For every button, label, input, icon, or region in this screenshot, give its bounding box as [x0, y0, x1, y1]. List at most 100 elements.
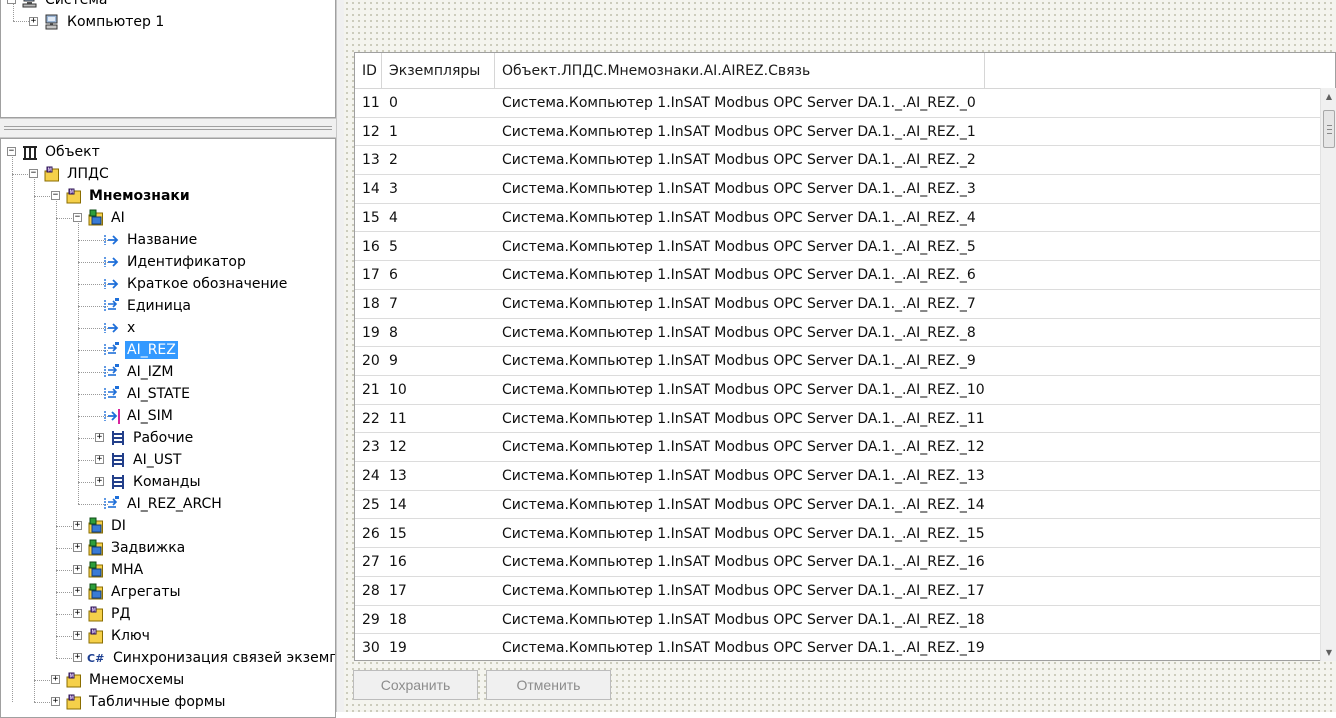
table-row[interactable]: 17 6 Система.Компьютер 1.InSAT Modbus OPC … — [355, 261, 1321, 290]
expand-toggle[interactable]: + — [73, 565, 82, 574]
cell-link[interactable]: Система.Компьютер 1.InSAT Modbus OPC Ser… — [495, 376, 985, 404]
table-row[interactable]: 22 11 Система.Компьютер 1.InSAT Modbus OPC… — [355, 405, 1321, 434]
cell-link[interactable]: Система.Компьютер 1.InSAT Modbus OPC Ser… — [495, 548, 985, 576]
table-row[interactable]: 20 9 Система.Компьютер 1.InSAT Modbus OPC … — [355, 347, 1321, 376]
table-row[interactable]: 29 18 Система.Компьютер 1.InSAT Modbus OPC… — [355, 606, 1321, 635]
cell-link[interactable]: Система.Компьютер 1.InSAT Modbus OPC Ser… — [495, 204, 985, 232]
splitter-grip[interactable] — [4, 126, 332, 130]
expand-toggle[interactable]: + — [73, 587, 82, 596]
expand-toggle[interactable]: + — [95, 433, 104, 442]
expand-toggle[interactable]: + — [73, 543, 82, 552]
cell-instance[interactable]: 11 — [382, 405, 495, 433]
grid-vertical-scrollbar[interactable]: ▲ ▼ — [1320, 88, 1336, 661]
cell-id[interactable]: 27 — [355, 548, 382, 576]
cell-instance[interactable]: 1 — [382, 118, 495, 146]
cell-link[interactable]: Система.Компьютер 1.InSAT Modbus OPC Ser… — [495, 233, 985, 261]
cell-instance[interactable]: 5 — [382, 233, 495, 261]
scroll-up-arrow-icon[interactable]: ▲ — [1321, 88, 1336, 105]
cell-id[interactable]: 20 — [355, 347, 382, 375]
table-row[interactable]: 27 16 Система.Компьютер 1.InSAT Modbus OPC… — [355, 548, 1321, 577]
column-header-link[interactable]: Объект.ЛПДС.Мнемознаки.AI.AIREZ.Связь — [495, 53, 985, 89]
column-header-id[interactable]: ID — [355, 53, 382, 89]
collapse-toggle[interactable]: − — [7, 147, 16, 156]
table-row[interactable]: 13 2 Система.Компьютер 1.InSAT Modbus OPC … — [355, 146, 1321, 176]
cell-instance[interactable]: 18 — [382, 606, 495, 634]
scroll-down-arrow-icon[interactable]: ▼ — [1321, 644, 1336, 661]
cell-id[interactable]: 26 — [355, 520, 382, 548]
expand-toggle[interactable]: + — [95, 455, 104, 464]
table-row[interactable]: 16 5 Система.Компьютер 1.InSAT Modbus OPC … — [355, 233, 1321, 262]
cell-id[interactable]: 16 — [355, 233, 382, 261]
table-row[interactable]: 23 12 Система.Компьютер 1.InSAT Modbus OPC… — [355, 433, 1321, 463]
cell-instance[interactable]: 15 — [382, 520, 495, 548]
horizontal-splitter[interactable] — [0, 118, 336, 138]
expand-toggle[interactable]: + — [95, 477, 104, 486]
cell-link[interactable]: Система.Компьютер 1.InSAT Modbus OPC Ser… — [495, 89, 985, 117]
cell-link[interactable]: Система.Компьютер 1.InSAT Modbus OPC Ser… — [495, 290, 985, 318]
column-header-instances[interactable]: Экземпляры — [382, 53, 495, 89]
cell-link[interactable]: Система.Компьютер 1.InSAT Modbus OPC Ser… — [495, 347, 985, 375]
cell-instance[interactable]: 6 — [382, 261, 495, 289]
cell-instance[interactable]: 0 — [382, 89, 495, 117]
cell-link[interactable]: Система.Компьютер 1.InSAT Modbus OPC Ser… — [495, 118, 985, 146]
table-row[interactable]: 26 15 Система.Компьютер 1.InSAT Modbus OPC… — [355, 520, 1321, 549]
expand-toggle[interactable]: + — [51, 675, 60, 684]
cell-id[interactable]: 30 — [355, 634, 382, 660]
cell-instance[interactable]: 2 — [382, 146, 495, 174]
scroll-thumb[interactable] — [1323, 110, 1335, 148]
collapse-toggle[interactable]: − — [51, 191, 60, 200]
cell-instance[interactable]: 7 — [382, 290, 495, 318]
cell-instance[interactable]: 3 — [382, 175, 495, 203]
expand-toggle[interactable]: + — [73, 521, 82, 530]
expand-toggle[interactable]: + — [73, 653, 82, 662]
cell-instance[interactable]: 17 — [382, 577, 495, 605]
cell-link[interactable]: Система.Компьютер 1.InSAT Modbus OPC Ser… — [495, 577, 985, 605]
cell-id[interactable]: 28 — [355, 577, 382, 605]
cell-link[interactable]: Система.Компьютер 1.InSAT Modbus OPC Ser… — [495, 491, 985, 519]
cell-id[interactable]: 22 — [355, 405, 382, 433]
expand-toggle[interactable]: + — [51, 697, 60, 706]
table-row[interactable]: 12 1 Система.Компьютер 1.InSAT Modbus OPC … — [355, 118, 1321, 147]
cell-instance[interactable]: 19 — [382, 634, 495, 660]
cell-instance[interactable]: 12 — [382, 433, 495, 461]
cell-id[interactable]: 11 — [355, 89, 382, 117]
cell-instance[interactable]: 4 — [382, 204, 495, 232]
cell-link[interactable]: Система.Компьютер 1.InSAT Modbus OPC Ser… — [495, 146, 985, 174]
collapse-toggle[interactable]: − — [7, 0, 16, 4]
cell-id[interactable]: 15 — [355, 204, 382, 232]
cell-id[interactable]: 23 — [355, 433, 382, 461]
cell-id[interactable]: 29 — [355, 606, 382, 634]
table-row[interactable]: 19 8 Система.Компьютер 1.InSAT Modbus OPC … — [355, 319, 1321, 348]
table-row[interactable]: 21 10 Система.Компьютер 1.InSAT Modbus OPC… — [355, 376, 1321, 405]
cell-link[interactable]: Система.Компьютер 1.InSAT Modbus OPC Ser… — [495, 433, 985, 461]
cell-link[interactable]: Система.Компьютер 1.InSAT Modbus OPC Ser… — [495, 634, 985, 660]
cell-link[interactable]: Система.Компьютер 1.InSAT Modbus OPC Ser… — [495, 520, 985, 548]
cell-instance[interactable]: 10 — [382, 376, 495, 404]
collapse-toggle[interactable]: − — [29, 169, 38, 178]
expand-toggle[interactable]: + — [29, 17, 38, 26]
cell-id[interactable]: 13 — [355, 146, 382, 174]
table-row[interactable]: 28 17 Система.Компьютер 1.InSAT Modbus OPC… — [355, 577, 1321, 606]
cell-link[interactable]: Система.Компьютер 1.InSAT Modbus OPC Ser… — [495, 261, 985, 289]
cell-instance[interactable]: 16 — [382, 548, 495, 576]
collapse-toggle[interactable]: − — [73, 213, 82, 222]
cell-id[interactable]: 18 — [355, 290, 382, 318]
cell-id[interactable]: 24 — [355, 462, 382, 490]
table-row[interactable]: 18 7 Система.Компьютер 1.InSAT Modbus OPC … — [355, 290, 1321, 319]
cell-instance[interactable]: 8 — [382, 319, 495, 347]
table-row[interactable]: 24 13 Система.Компьютер 1.InSAT Modbus OPC… — [355, 462, 1321, 491]
cell-id[interactable]: 19 — [355, 319, 382, 347]
vertical-splitter[interactable] — [336, 0, 344, 712]
cell-link[interactable]: Система.Компьютер 1.InSAT Modbus OPC Ser… — [495, 606, 985, 634]
cell-link[interactable]: Система.Компьютер 1.InSAT Modbus OPC Ser… — [495, 175, 985, 203]
table-row[interactable]: 14 3 Система.Компьютер 1.InSAT Modbus OPC … — [355, 175, 1321, 204]
cell-id[interactable]: 14 — [355, 175, 382, 203]
cell-id[interactable]: 12 — [355, 118, 382, 146]
cancel-button[interactable]: Отменить — [486, 670, 611, 700]
cell-link[interactable]: Система.Компьютер 1.InSAT Modbus OPC Ser… — [495, 405, 985, 433]
expand-toggle[interactable]: + — [73, 631, 82, 640]
cell-instance[interactable]: 13 — [382, 462, 495, 490]
cell-link[interactable]: Система.Компьютер 1.InSAT Modbus OPC Ser… — [495, 319, 985, 347]
cell-instance[interactable]: 14 — [382, 491, 495, 519]
cell-id[interactable]: 17 — [355, 261, 382, 289]
